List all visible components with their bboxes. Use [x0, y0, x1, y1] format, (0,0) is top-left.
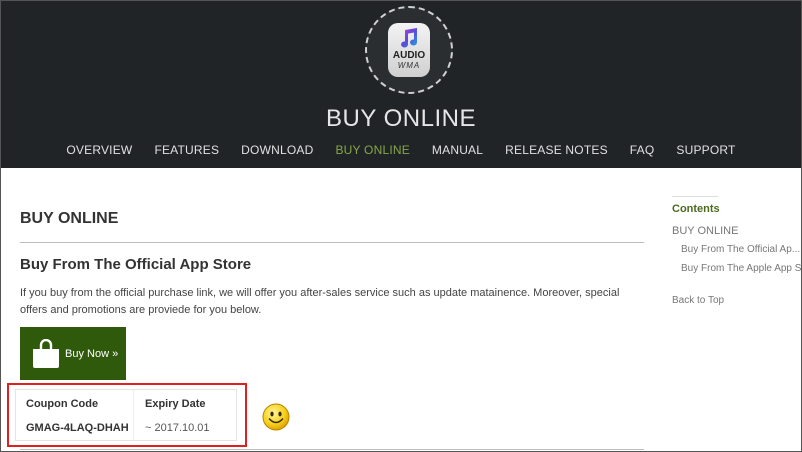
coupon-code-value[interactable]: GMAG-4LAQ-DHAH: [26, 422, 129, 434]
page-heading: BUY ONLINE: [20, 210, 119, 227]
toc-link-buy-online[interactable]: BUY ONLINE: [672, 225, 738, 237]
app-logo[interactable]: AUDIO WMA: [365, 6, 453, 94]
logo-card: AUDIO WMA: [388, 23, 430, 77]
nav-item-download[interactable]: DOWNLOAD: [230, 143, 324, 157]
toc-link-official-store[interactable]: Buy From The Official Ap...: [681, 244, 800, 255]
buy-now-label: Buy Now »: [65, 347, 119, 360]
toc-divider: [672, 196, 718, 197]
nav-item-overview[interactable]: OVERVIEW: [55, 143, 143, 157]
bottom-divider: [20, 449, 644, 450]
section-description: If you buy from the official purchase li…: [20, 287, 620, 316]
main-nav: OVERVIEW FEATURES DOWNLOAD BUY ONLINE MA…: [1, 143, 801, 157]
shopping-bag-icon: [33, 338, 59, 368]
toc-title: Contents: [672, 203, 720, 215]
nav-item-manual[interactable]: MANUAL: [421, 143, 494, 157]
nav-item-release-notes[interactable]: RELEASE NOTES: [494, 143, 619, 157]
coupon-highlight-box: Coupon Code Expiry Date GMAG-4LAQ-DHAH ~…: [7, 383, 247, 447]
back-to-top-link[interactable]: Back to Top: [672, 295, 724, 306]
buy-now-button[interactable]: Buy Now »: [20, 327, 126, 380]
site-header: AUDIO WMA BUY ONLINE OVERVIEW FEATURES D…: [1, 1, 801, 168]
section-heading: Buy From The Official App Store: [20, 256, 252, 273]
heading-divider: [20, 242, 644, 243]
coupon-column-divider: [133, 389, 134, 441]
site-title: BUY ONLINE: [326, 105, 476, 132]
nav-item-features[interactable]: FEATURES: [143, 143, 230, 157]
expiry-date-value: ~ 2017.10.01: [145, 422, 210, 434]
expiry-date-header: Expiry Date: [145, 398, 206, 410]
logo-text-audio: AUDIO: [392, 50, 426, 61]
nav-item-faq[interactable]: FAQ: [619, 143, 666, 157]
nav-item-support[interactable]: SUPPORT: [665, 143, 746, 157]
smiley-emoji-icon: [262, 403, 290, 431]
toc-link-apple-store[interactable]: Buy From The Apple App S...: [681, 263, 802, 274]
logo-text-wma: WMA: [397, 61, 421, 70]
music-note-icon: [401, 28, 418, 48]
nav-item-buy-online[interactable]: BUY ONLINE: [324, 143, 420, 157]
coupon-code-header: Coupon Code: [26, 398, 99, 410]
logo-circle: AUDIO WMA: [371, 12, 447, 88]
